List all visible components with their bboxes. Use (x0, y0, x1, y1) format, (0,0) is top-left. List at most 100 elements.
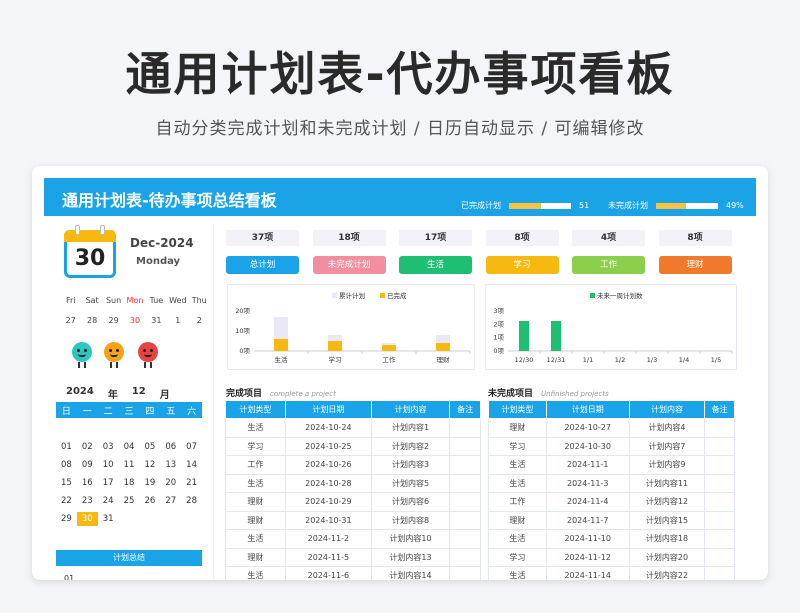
calendar-day-cell[interactable]: 05 (139, 440, 160, 454)
column-header[interactable]: 计划内容 (370, 400, 451, 419)
table-cell[interactable] (449, 547, 481, 567)
table-row[interactable]: 学习 2024-10-25 计划内容2 (225, 436, 481, 456)
category-button[interactable]: 工作 (572, 256, 645, 274)
table-cell[interactable]: 学习 (488, 547, 547, 567)
calendar-day-cell[interactable]: 17 (98, 476, 119, 490)
calendar-day-cell[interactable] (181, 422, 202, 436)
calendar-day-cell[interactable]: 28 (181, 494, 202, 508)
column-header[interactable]: 备注 (704, 400, 735, 419)
column-header[interactable]: 计划日期 (284, 400, 372, 419)
table-cell[interactable]: 2024-10-27 (545, 418, 630, 438)
calendar-day-cell[interactable]: 04 (119, 440, 140, 454)
week-day[interactable]: 28 (81, 316, 102, 325)
table-cell[interactable]: 计划内容5 (370, 473, 451, 493)
category-button[interactable]: 学习 (485, 256, 559, 274)
table-cell[interactable]: 2024-11-4 (545, 492, 630, 512)
calendar-day-cell[interactable] (119, 512, 140, 526)
table-cell[interactable]: 生活 (488, 473, 547, 493)
table-cell[interactable] (449, 529, 481, 549)
calendar-day-cell[interactable]: 31 (98, 512, 119, 526)
calendar-day-cell[interactable] (139, 512, 160, 526)
table-cell[interactable] (449, 436, 481, 456)
table-cell[interactable]: 2024-11-1 (545, 455, 630, 475)
table-cell[interactable]: 2024-10-29 (284, 492, 372, 512)
table-row[interactable]: 生活 2024-11-6 计划内容14 (225, 566, 481, 580)
week-day[interactable]: 31 (146, 316, 167, 325)
table-cell[interactable] (704, 510, 735, 530)
table-cell[interactable]: 计划内容2 (370, 436, 451, 456)
table-row[interactable]: 学习 2024-11-12 计划内容20 (488, 547, 735, 567)
table-cell[interactable]: 生活 (225, 418, 286, 438)
table-cell[interactable]: 2024-10-28 (284, 473, 372, 493)
table-row[interactable]: 生活 2024-11-14 计划内容22 (488, 566, 735, 580)
table-row[interactable]: 工作 2024-11-4 计划内容12 (488, 492, 735, 512)
table-cell[interactable]: 理财 (225, 492, 286, 512)
table-cell[interactable] (449, 473, 481, 493)
table-cell[interactable]: 2024-11-10 (545, 529, 630, 549)
column-header[interactable]: 备注 (449, 400, 481, 419)
calendar-day-cell[interactable]: 01 (56, 440, 77, 454)
table-cell[interactable] (449, 510, 481, 530)
calendar-day-cell[interactable]: 03 (98, 440, 119, 454)
table-cell[interactable]: 2024-10-26 (284, 455, 372, 475)
calendar-day-cell[interactable]: 18 (119, 476, 140, 490)
table-cell[interactable]: 生活 (225, 529, 286, 549)
category-button[interactable]: 未完成计划 (312, 256, 386, 274)
table-cell[interactable]: 计划内容10 (370, 529, 451, 549)
table-cell[interactable] (449, 492, 481, 512)
table-cell[interactable]: 2024-10-31 (284, 510, 372, 530)
table-row[interactable]: 学习 2024-10-30 计划内容7 (488, 436, 735, 456)
table-cell[interactable]: 理财 (488, 510, 547, 530)
table-cell[interactable]: 生活 (488, 455, 547, 475)
calendar-day-cell[interactable]: 09 (77, 458, 98, 472)
table-cell[interactable]: 计划内容11 (628, 473, 706, 493)
table-cell[interactable]: 生活 (225, 473, 286, 493)
table-cell[interactable]: 2024-10-30 (545, 436, 630, 456)
table-row[interactable]: 理财 2024-11-5 计划内容13 (225, 547, 481, 567)
table-cell[interactable]: 理财 (225, 547, 286, 567)
table-cell[interactable] (449, 566, 481, 580)
calendar-day-cell[interactable]: 06 (160, 440, 181, 454)
calendar-day-cell[interactable]: 02 (77, 440, 98, 454)
table-row[interactable]: 理财 2024-10-31 计划内容8 (225, 510, 481, 530)
calendar-day-cell[interactable] (77, 422, 98, 436)
column-header[interactable]: 计划类型 (225, 400, 286, 419)
calendar-day-cell[interactable]: 29 (56, 512, 77, 526)
calendar-day-cell[interactable] (160, 422, 181, 436)
calendar-day-cell[interactable]: 16 (77, 476, 98, 490)
calendar-day-cell[interactable]: 21 (181, 476, 202, 490)
year-value[interactable]: 2024 (66, 386, 94, 401)
column-header[interactable]: 计划类型 (488, 400, 547, 419)
table-row[interactable]: 理财 2024-10-29 计划内容6 (225, 492, 481, 512)
table-row[interactable]: 理财 2024-10-27 计划内容4 (488, 418, 735, 438)
week-day[interactable]: 2 (189, 316, 210, 325)
table-cell[interactable]: 计划内容9 (628, 455, 706, 475)
category-button[interactable]: 总计划 (226, 256, 299, 274)
table-cell[interactable]: 2024-11-3 (545, 473, 630, 493)
week-day[interactable]: 27 (60, 316, 81, 325)
table-cell[interactable]: 学习 (488, 436, 547, 456)
calendar-day-cell[interactable]: 13 (160, 458, 181, 472)
table-cell[interactable]: 2024-10-24 (284, 418, 372, 438)
table-cell[interactable]: 2024-11-6 (284, 566, 372, 580)
calendar-day-cell[interactable] (119, 422, 140, 436)
table-cell[interactable] (704, 566, 735, 580)
table-cell[interactable] (704, 455, 735, 475)
table-cell[interactable] (449, 418, 481, 438)
table-cell[interactable]: 计划内容4 (628, 418, 706, 438)
table-cell[interactable] (704, 529, 735, 549)
table-cell[interactable]: 2024-11-2 (284, 529, 372, 549)
calendar-day-cell[interactable]: 08 (56, 458, 77, 472)
table-cell[interactable]: 计划内容1 (370, 418, 451, 438)
table-cell[interactable]: 计划内容6 (370, 492, 451, 512)
calendar-day-cell[interactable] (98, 422, 119, 436)
table-row[interactable]: 生活 2024-11-3 计划内容11 (488, 473, 735, 493)
table-cell[interactable]: 生活 (488, 529, 547, 549)
calendar-day-cell[interactable]: 23 (77, 494, 98, 508)
table-cell[interactable] (704, 492, 735, 512)
table-cell[interactable] (449, 455, 481, 475)
category-button[interactable]: 生活 (399, 256, 472, 274)
table-cell[interactable] (704, 436, 735, 456)
table-row[interactable]: 理财 2024-11-7 计划内容15 (488, 510, 735, 530)
calendar-day-cell[interactable]: 19 (139, 476, 160, 490)
